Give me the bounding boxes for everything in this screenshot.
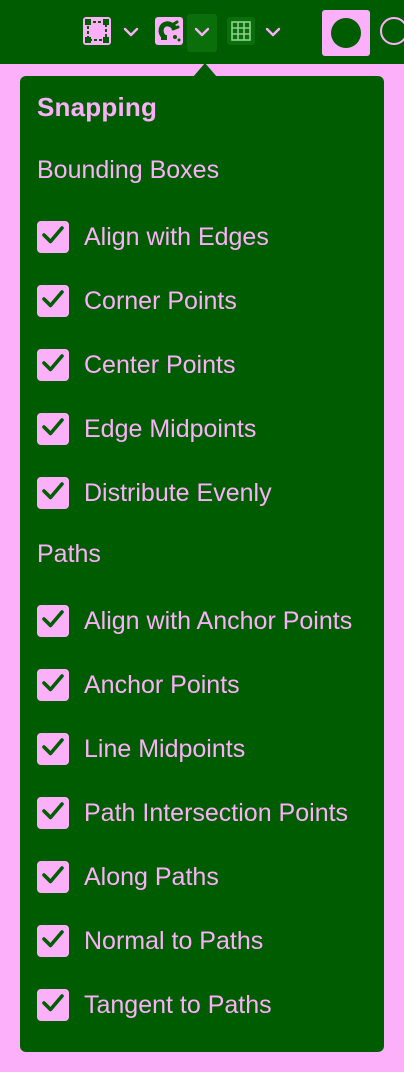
option-label: Line Midpoints: [84, 734, 246, 763]
primary-color-swatch[interactable]: [322, 10, 370, 56]
option-label: Normal to Paths: [84, 926, 264, 955]
magnet-snap-icon: [153, 15, 185, 52]
toolbar: [0, 0, 404, 64]
option-line-midpoints[interactable]: Line Midpoints: [37, 729, 377, 769]
checkbox[interactable]: [37, 413, 69, 445]
checkmark-icon: [41, 287, 65, 316]
option-distribute-evenly[interactable]: Distribute Evenly: [37, 473, 377, 513]
checkbox[interactable]: [37, 989, 69, 1021]
primary-color-dot: [331, 18, 361, 48]
checkmark-icon: [41, 415, 65, 444]
bounding-box-snap-button[interactable]: [80, 14, 114, 52]
checkbox[interactable]: [37, 605, 69, 637]
checkbox[interactable]: [37, 477, 69, 509]
option-label: Corner Points: [84, 286, 237, 315]
checkmark-icon: [41, 863, 65, 892]
checkbox[interactable]: [37, 349, 69, 381]
bounding-box-snap-icon: [81, 15, 113, 52]
option-path-intersection-points[interactable]: Path Intersection Points: [37, 793, 377, 833]
option-label: Center Points: [84, 350, 236, 379]
checkmark-icon: [41, 927, 65, 956]
option-normal-to-paths[interactable]: Normal to Paths: [37, 921, 377, 961]
section-label-paths: Paths: [37, 540, 101, 568]
magnet-snap-button[interactable]: [152, 14, 186, 52]
checkbox[interactable]: [37, 669, 69, 701]
bounding-box-snap-dropdown[interactable]: [116, 14, 146, 52]
section-label-bounding-boxes: Bounding Boxes: [37, 156, 220, 184]
checkbox[interactable]: [37, 861, 69, 893]
checkbox[interactable]: [37, 221, 69, 253]
checkmark-icon: [41, 991, 65, 1020]
option-label: Edge Midpoints: [84, 414, 257, 443]
option-label: Distribute Evenly: [84, 478, 272, 507]
checkbox[interactable]: [37, 797, 69, 829]
chevron-down-icon: [194, 24, 210, 42]
checkmark-icon: [41, 671, 65, 700]
chevron-down-icon: [123, 24, 139, 42]
magnet-snap-dropdown[interactable]: [187, 14, 217, 52]
option-align-with-anchor-points[interactable]: Align with Anchor Points: [37, 601, 377, 641]
option-center-points[interactable]: Center Points: [37, 345, 377, 385]
option-label: Along Paths: [84, 862, 219, 891]
checkmark-icon: [41, 223, 65, 252]
secondary-color-swatch[interactable]: [380, 17, 404, 45]
popover-caret: [193, 63, 217, 77]
checkmark-icon: [41, 607, 65, 636]
option-label: Align with Anchor Points: [84, 606, 353, 635]
option-label: Tangent to Paths: [84, 990, 272, 1019]
option-corner-points[interactable]: Corner Points: [37, 281, 377, 321]
option-along-paths[interactable]: Along Paths: [37, 857, 377, 897]
option-anchor-points[interactable]: Anchor Points: [37, 665, 377, 705]
option-label: Anchor Points: [84, 670, 240, 699]
checkmark-icon: [41, 799, 65, 828]
checkmark-icon: [41, 351, 65, 380]
checkbox[interactable]: [37, 925, 69, 957]
checkbox[interactable]: [37, 733, 69, 765]
option-label: Align with Edges: [84, 222, 269, 251]
checkmark-icon: [41, 735, 65, 764]
checkmark-icon: [41, 479, 65, 508]
option-edge-midpoints[interactable]: Edge Midpoints: [37, 409, 377, 449]
panel-title: Snapping: [37, 92, 158, 122]
grid-button[interactable]: [224, 14, 258, 52]
snapping-panel: Snapping Bounding Boxes Align with Edges…: [20, 76, 384, 1052]
chevron-down-icon: [265, 24, 281, 42]
grid-icon: [225, 15, 257, 52]
grid-dropdown[interactable]: [258, 14, 288, 52]
checkbox[interactable]: [37, 285, 69, 317]
option-tangent-to-paths[interactable]: Tangent to Paths: [37, 985, 377, 1025]
option-align-with-edges[interactable]: Align with Edges: [37, 217, 377, 257]
option-label: Path Intersection Points: [84, 798, 349, 827]
